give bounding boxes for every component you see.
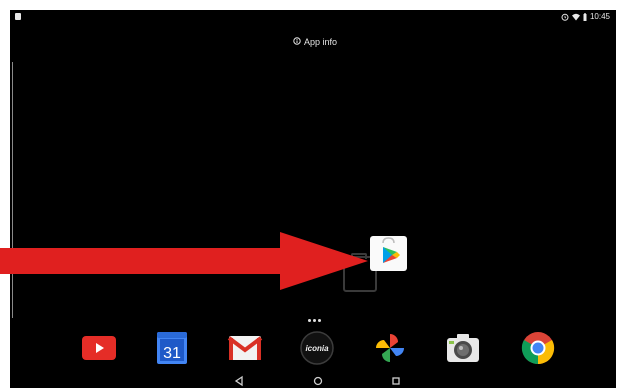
play-store-icon[interactable]	[370, 236, 407, 271]
recents-icon	[392, 377, 400, 385]
alarm-icon	[561, 13, 569, 21]
annotation-arrow	[0, 232, 368, 290]
youtube-icon	[82, 336, 116, 360]
wifi-icon	[571, 13, 580, 21]
battery-icon	[583, 13, 587, 21]
dot	[318, 319, 321, 322]
status-icons: 10:45	[561, 12, 610, 22]
dock-app-gmail[interactable]	[227, 330, 263, 366]
dock-app-iconia[interactable]: iconia	[299, 330, 335, 366]
iconia-icon: iconia	[300, 331, 334, 365]
recents-button[interactable]	[389, 374, 403, 388]
home-icon	[313, 376, 323, 386]
dock-app-calendar[interactable]: 31	[154, 330, 190, 366]
home-button[interactable]	[311, 374, 325, 388]
tablet-screen: 10:45 App info 31 iconia	[10, 10, 616, 388]
gmail-icon	[227, 336, 263, 360]
app-info-label: App info	[304, 37, 338, 47]
dot	[308, 319, 311, 322]
dock-app-camera[interactable]	[445, 330, 481, 366]
clock: 10:45	[589, 12, 610, 21]
back-button[interactable]	[232, 374, 246, 388]
app-drawer-indicator[interactable]	[308, 319, 321, 322]
dot	[313, 319, 316, 322]
dock-app-photos[interactable]	[372, 330, 408, 366]
notification-icon	[15, 13, 21, 20]
photos-icon	[376, 334, 404, 362]
back-icon	[234, 375, 243, 387]
chrome-icon	[521, 332, 555, 365]
iconia-label: iconia	[305, 344, 329, 353]
dock-app-chrome[interactable]	[520, 330, 556, 366]
camera-icon	[447, 334, 479, 362]
dock-app-youtube[interactable]	[81, 330, 117, 366]
calendar-icon: 31	[157, 332, 187, 364]
app-info-option[interactable]: App info	[293, 37, 337, 47]
navigation-bar	[10, 373, 616, 388]
status-bar: 10:45	[10, 10, 616, 26]
info-icon	[293, 37, 301, 47]
calendar-day: 31	[163, 345, 181, 362]
